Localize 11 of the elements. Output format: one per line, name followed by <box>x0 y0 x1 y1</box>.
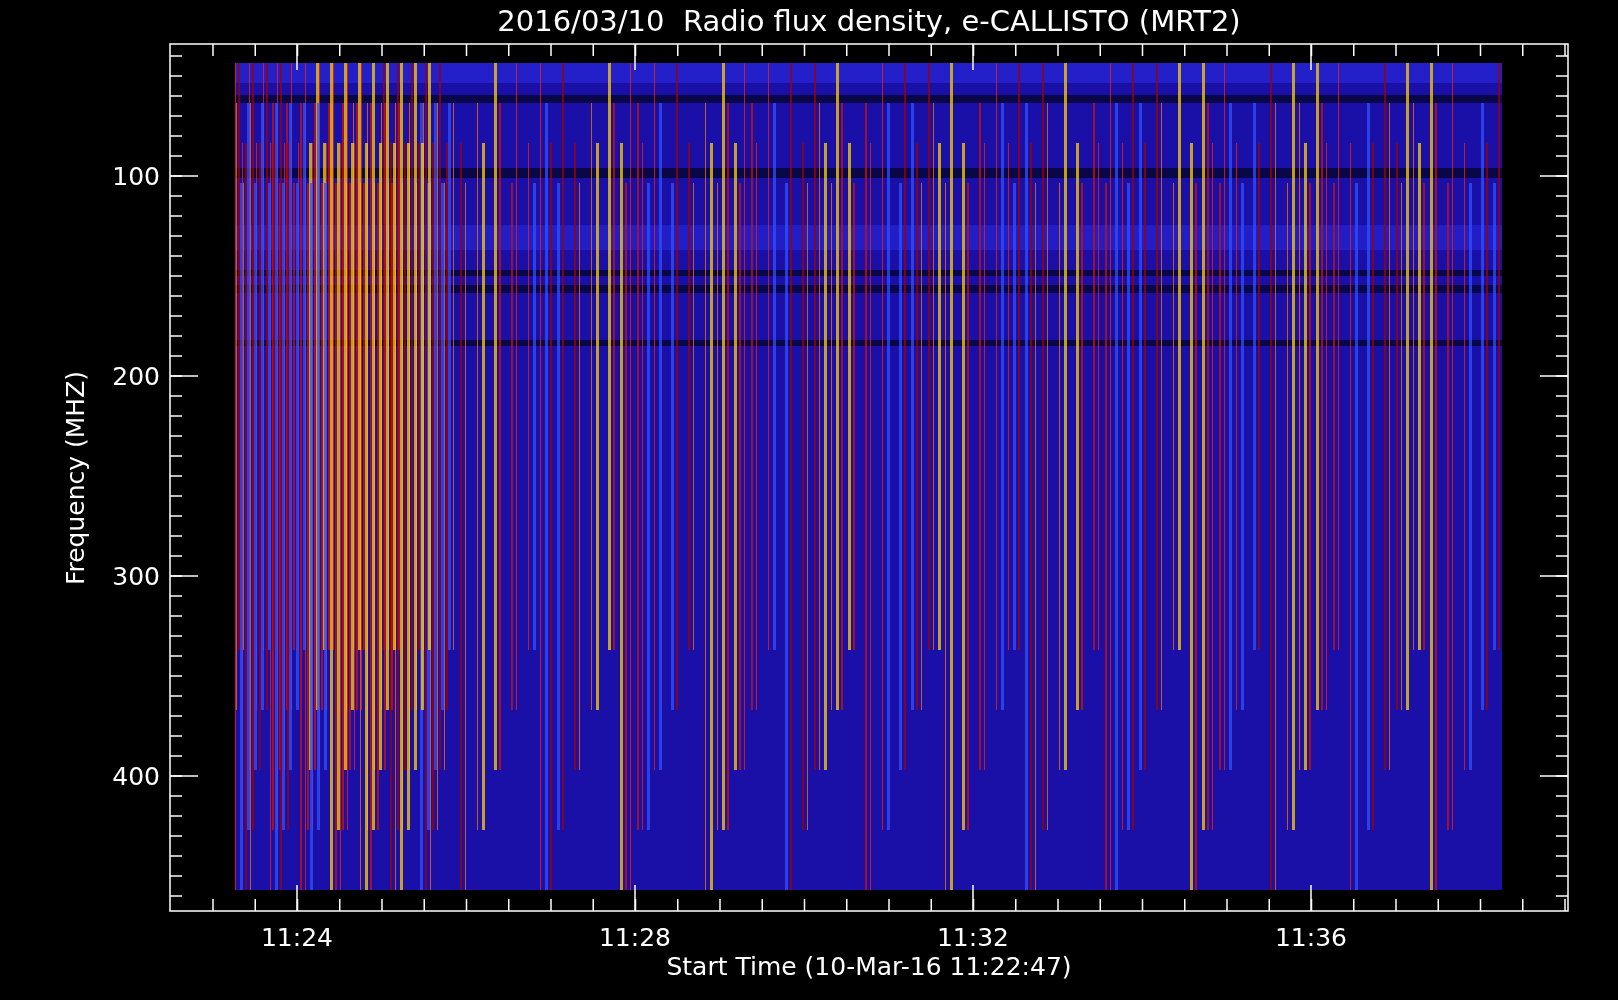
tick-label: 11:24 <box>261 923 333 952</box>
tick-label: 300 <box>112 562 160 591</box>
tick-label: 11:32 <box>937 923 1009 952</box>
tick-label: 11:36 <box>1275 923 1347 952</box>
tick-label: 100 <box>112 162 160 191</box>
axis-label: Start Time (10-Mar-16 11:22:47) <box>666 952 1072 981</box>
tick-label: 200 <box>112 362 160 391</box>
chart-title: 2016/03/10 Radio flux density, e-CALLISTO (MRT2) <box>497 4 1241 38</box>
axis-label: Frequency (MHZ) <box>61 370 90 586</box>
tick-label: 11:28 <box>599 923 671 952</box>
tick-label: 400 <box>112 762 160 791</box>
